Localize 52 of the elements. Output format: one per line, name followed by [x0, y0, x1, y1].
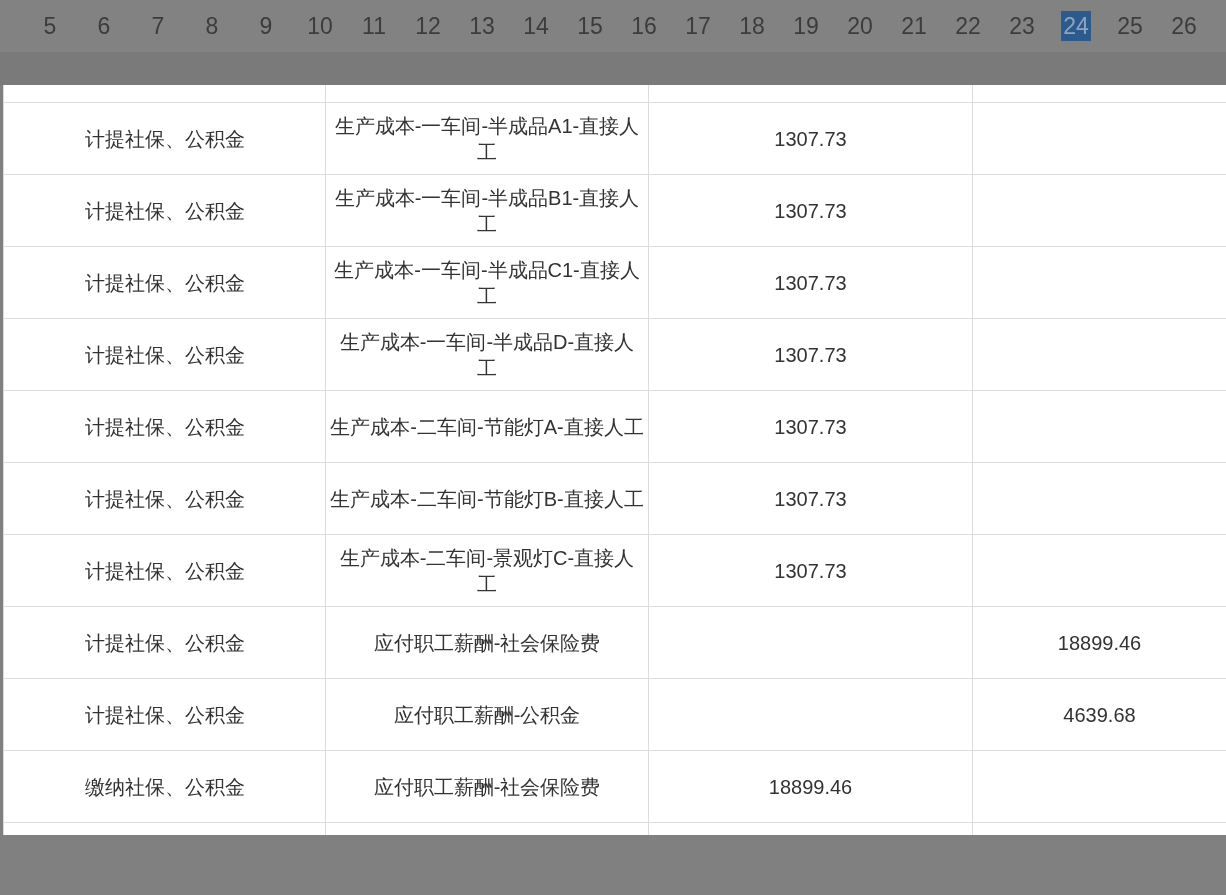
account-cell-text: 生产成本-一车间-半成品A1-直接人工: [333, 113, 641, 165]
page-number[interactable]: 21: [899, 11, 929, 41]
account-cell-text: 生产成本-二车间-节能灯B-直接人工: [330, 486, 644, 512]
summary-cell-text: 计提社保、公积金: [84, 126, 245, 152]
page-number[interactable]: 23: [1007, 11, 1037, 41]
summary-cell-text: 计提社保、公积金: [84, 270, 245, 296]
account-cell-text: 应付职工薪酬-社会保险费: [373, 774, 601, 800]
account-cell-text: 应付职工薪酬-公积金: [393, 702, 581, 728]
page-number[interactable]: 6: [95, 11, 113, 41]
page-number[interactable]: 5: [41, 11, 59, 41]
credit-cell-text: 4639.68: [1063, 702, 1136, 728]
debit-cell-text: 1307.73: [774, 198, 847, 224]
page-number[interactable]: 15: [575, 11, 605, 41]
account-cell-text: 生产成本-一车间-半成品B1-直接人工: [333, 185, 641, 237]
page-number[interactable]: 18: [737, 11, 767, 41]
page-number[interactable]: 26: [1169, 11, 1199, 41]
page-number[interactable]: 12: [413, 11, 443, 41]
debit-cell-text: 1307.73: [774, 342, 847, 368]
debit-cell-text: 1307.73: [774, 270, 847, 296]
page-number[interactable]: 13: [467, 11, 497, 41]
summary-cell-text: 计提社保、公积金: [84, 414, 245, 440]
account-cell-text: 应付职工薪酬-社会保险费: [373, 630, 601, 656]
credit-cell-text: 18899.46: [1057, 630, 1142, 656]
page-number[interactable]: 9: [257, 11, 275, 41]
summary-cell-text: 计提社保、公积金: [84, 630, 245, 656]
page-number[interactable]: 14: [521, 11, 551, 41]
page-number[interactable]: 22: [953, 11, 983, 41]
page-number[interactable]: 17: [683, 11, 713, 41]
page-number[interactable]: 25: [1115, 11, 1145, 41]
account-cell-text: 生产成本-一车间-半成品C1-直接人工: [333, 257, 641, 309]
page-number[interactable]: 19: [791, 11, 821, 41]
account-cell-text: 生产成本-二车间-景观灯C-直接人工: [338, 545, 636, 597]
debit-cell-text: 1307.73: [774, 558, 847, 584]
summary-cell-text: 计提社保、公积金: [84, 702, 245, 728]
summary-cell-text: 计提社保、公积金: [84, 342, 245, 368]
page-number[interactable]: 10: [305, 11, 335, 41]
summary-cell-text: 计提社保、公积金: [84, 558, 245, 584]
debit-cell-text: 1307.73: [774, 486, 847, 512]
debit-cell-text: 1307.73: [774, 414, 847, 440]
account-cell-text: 生产成本-一车间-半成品D-直接人工: [338, 329, 636, 381]
debit-cell-text: 18899.46: [768, 774, 853, 800]
page-number[interactable]: 7: [149, 11, 167, 41]
summary-cell-text: 计提社保、公积金: [84, 198, 245, 224]
summary-cell-text: 计提社保、公积金: [84, 486, 245, 512]
summary-cell-text: 缴纳社保、公积金: [84, 774, 245, 800]
account-cell-text: 生产成本-二车间-节能灯A-直接人工: [330, 414, 644, 440]
page-number[interactable]: 20: [845, 11, 875, 41]
page-number[interactable]: 16: [629, 11, 659, 41]
debit-cell-text: 1307.73: [774, 126, 847, 152]
page-number[interactable]: 11: [360, 11, 388, 41]
page-number[interactable]: 24: [1061, 11, 1091, 41]
page-number[interactable]: 8: [203, 11, 221, 41]
